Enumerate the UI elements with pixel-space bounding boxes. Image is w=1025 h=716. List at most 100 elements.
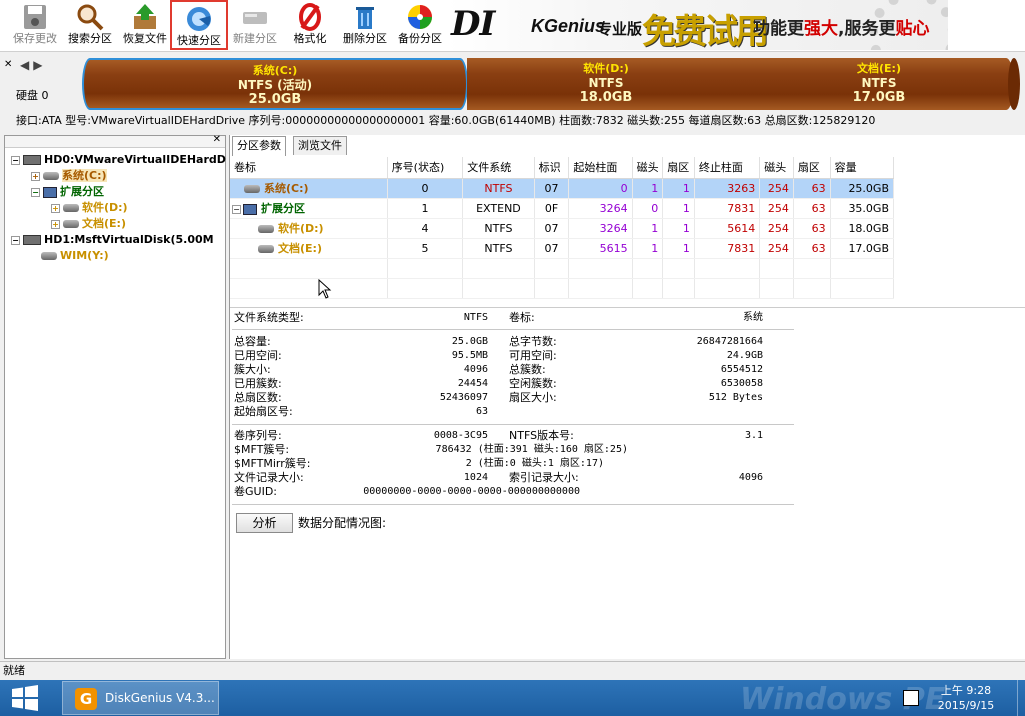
save-disk-icon: [24, 5, 46, 29]
partition-block-c[interactable]: 系统(C:) NTFS (活动) 25.0GB: [82, 58, 468, 110]
col-header[interactable]: 容量: [830, 157, 895, 179]
format-button[interactable]: 格式化: [281, 0, 339, 50]
search-partition-button[interactable]: 搜索分区: [61, 0, 119, 50]
expand-icon[interactable]: +: [31, 171, 40, 181]
taskbar: G DiskGenius V4.3... Windows PE 上午 9:28 …: [0, 680, 1025, 716]
partition-icon: [41, 252, 57, 260]
total-capacity-value: 25.0GB: [451, 336, 488, 347]
backup-partition-button[interactable]: 备份分区: [391, 0, 449, 50]
tab-partition-params[interactable]: 分区参数: [232, 136, 286, 156]
ntfs-version-value: 3.1: [744, 430, 763, 441]
vol-label-value: 系统: [743, 312, 763, 323]
partition-block-d[interactable]: 软件(D:) NTFS 18.0GB: [467, 58, 745, 110]
taskbar-app-diskgenius[interactable]: G DiskGenius V4.3...: [62, 681, 219, 715]
table-row[interactable]: 系统(C:) 0 NTFS 07 0 1 1 3263 254 63 25.0G…: [230, 178, 895, 199]
analyze-button[interactable]: 分析: [236, 513, 293, 533]
volume-serial-value: 0008-3C95: [433, 430, 488, 441]
format-icon: [299, 3, 321, 31]
sector-size-label: 扇区大小:: [509, 391, 557, 404]
col-header[interactable]: 标识: [534, 157, 570, 179]
free-space-label: 可用空间:: [509, 349, 557, 362]
divider: [232, 329, 794, 330]
partition-block-e[interactable]: 文档(E:) NTFS 17.0GB: [744, 58, 1014, 110]
next-disk-icon: ▶: [33, 58, 47, 72]
panel-close-icon[interactable]: ✕: [213, 134, 221, 145]
status-text: 就绪: [3, 664, 25, 677]
tree-item-wim-y[interactable]: WIM(Y:): [41, 248, 109, 264]
cluster-size-label: 簇大小:: [234, 363, 271, 376]
mftmirr-cluster-label: $MFTMirr簇号:: [234, 457, 311, 470]
delete-partition-button[interactable]: 删除分区: [336, 0, 394, 50]
tree-panel-header: ✕: [5, 134, 225, 148]
magnifier-icon: [77, 4, 104, 31]
mftmirr-cluster-value: 2 (柱面:0 磁头:1 扇区:17): [465, 458, 604, 469]
col-header[interactable]: 扇区: [793, 157, 831, 179]
col-header[interactable]: 终止柱面: [694, 157, 761, 179]
trash-icon: [356, 7, 374, 29]
free-clusters-label: 空闲簇数:: [509, 377, 557, 390]
used-space-value: 95.5MB: [451, 350, 488, 361]
quick-partition-icon: [187, 7, 211, 31]
tree-item-software-d[interactable]: + 软件(D:): [51, 200, 128, 216]
index-record-size-label: 索引记录大小:: [509, 471, 579, 484]
table-row[interactable]: 文档(E:) 5 NTFS 07 5615 1 1 7831 254 63 17…: [230, 238, 895, 259]
vol-label-label: 卷标:: [509, 311, 535, 324]
disk-map-bar: ✕ ◀▶ 硬盘 0 系统(C:) NTFS (活动) 25.0GB 软件(D:)…: [0, 53, 1025, 113]
col-header[interactable]: 磁头: [632, 157, 664, 179]
collapse-icon[interactable]: −: [232, 204, 241, 214]
show-desktop-button[interactable]: [1017, 680, 1025, 716]
collapse-icon[interactable]: −: [11, 235, 20, 245]
start-sector-label: 起始扇区号:: [234, 405, 293, 418]
table-row[interactable]: 软件(D:) 4 NTFS 07 3264 1 1 5614 254 63 18…: [230, 218, 895, 239]
disk-tree-panel: ✕ − HD0:VMwareVirtualIDEHardD + 系统(C:) − 扩展…: [4, 134, 226, 659]
tree-item-extended[interactable]: − 扩展分区: [31, 184, 104, 200]
total-clusters-label: 总簇数:: [509, 363, 546, 376]
tree-item-system-c[interactable]: + 系统(C:): [31, 168, 107, 184]
clock-date: 2015/9/15: [937, 699, 995, 712]
new-partition-button[interactable]: 新建分区: [226, 0, 284, 50]
used-space-label: 已用空间:: [234, 349, 282, 362]
collapse-icon[interactable]: −: [31, 187, 40, 197]
collapse-icon[interactable]: −: [11, 155, 20, 165]
tree-item-hd0[interactable]: − HD0:VMwareVirtualIDEHardD: [11, 152, 226, 168]
total-clusters-value: 6554512: [720, 364, 763, 375]
tree-item-document-e[interactable]: + 文档(E:): [51, 216, 126, 232]
volume-guid-label: 卷GUID:: [234, 485, 277, 498]
quick-partition-button[interactable]: 快速分区: [170, 0, 228, 50]
divider: [232, 424, 794, 425]
col-header[interactable]: 序号(状态): [387, 157, 464, 179]
disk-info-line: 接口:ATA 型号:VMwareVirtualIDEHardDrive 序列号:…: [0, 113, 1025, 131]
backup-disc-icon: [408, 5, 432, 29]
close-icon[interactable]: ✕: [4, 59, 12, 70]
windows-start-icon[interactable]: [10, 684, 40, 712]
extended-partition-icon: [43, 186, 57, 198]
mft-cluster-value: 786432 (柱面:391 磁头:160 扇区:25): [435, 444, 628, 455]
tree-item-hd1[interactable]: − HD1:MsftVirtualDisk(5.00M: [11, 232, 214, 248]
volume-guid-value: 00000000-0000-0000-0000-000000000000: [363, 486, 580, 497]
col-header[interactable]: 起始柱面: [568, 157, 633, 179]
system-clock[interactable]: 上午 9:28 2015/9/15: [930, 683, 1002, 713]
partition-detail-info: 文件系统类型: NTFS 卷标: 系统 总容量: 25.0GB 总字节数: 26…: [230, 307, 1025, 659]
total-bytes-label: 总字节数:: [509, 335, 557, 348]
prev-disk-icon: ◀: [20, 58, 34, 72]
logo-genius: KGenius: [531, 16, 606, 36]
col-header[interactable]: 扇区: [662, 157, 695, 179]
tray-color-icon[interactable]: [903, 690, 919, 706]
tab-browse-files[interactable]: 浏览文件: [293, 136, 347, 155]
free-clusters-value: 6530058: [720, 378, 763, 389]
table-row[interactable]: − 扩展分区 1 EXTEND 0F 3264 0 1 7831 254 63 3…: [230, 198, 895, 219]
hard-disk-icon: [23, 155, 41, 165]
col-header[interactable]: 文件系统: [462, 157, 535, 179]
col-header[interactable]: 卷标: [230, 157, 388, 179]
new-partition-icon: [243, 12, 267, 24]
total-capacity-label: 总容量:: [234, 335, 271, 348]
disk-nav-arrows[interactable]: ◀▶: [20, 58, 46, 72]
partition-icon: [63, 220, 79, 228]
expand-icon[interactable]: +: [51, 203, 60, 213]
save-changes-button[interactable]: 保存更改: [6, 0, 64, 50]
expand-icon[interactable]: +: [51, 219, 60, 229]
partition-detail-panel: 分区参数 浏览文件 卷标 序号(状态) 文件系统 标识 起始柱面 磁头 扇区 终…: [229, 135, 1025, 659]
free-space-value: 24.9GB: [726, 350, 763, 361]
restore-files-button[interactable]: 恢复文件: [116, 0, 174, 50]
col-header[interactable]: 磁头: [759, 157, 794, 179]
